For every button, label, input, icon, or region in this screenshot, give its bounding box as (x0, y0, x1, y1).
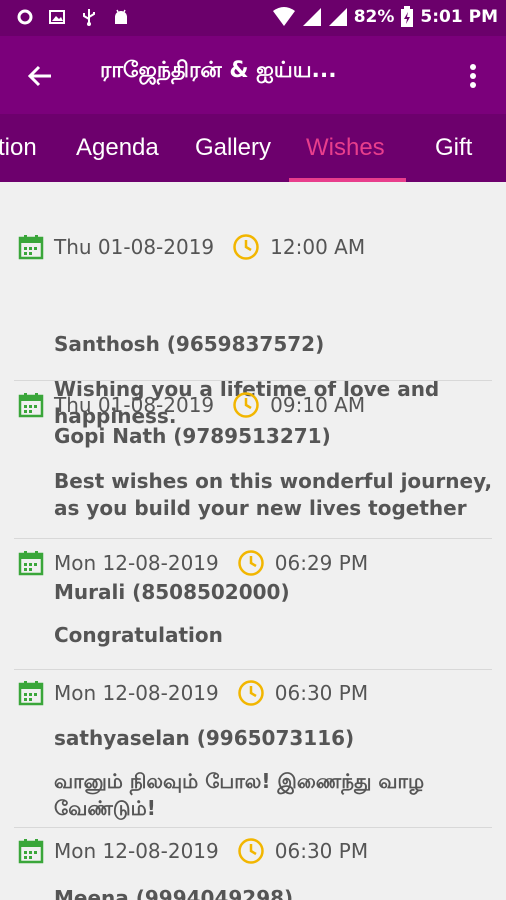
image-icon (49, 10, 65, 24)
divider (14, 538, 492, 539)
more-options-button[interactable] (458, 58, 488, 94)
wish-sender: Murali (8508502000) (54, 580, 290, 604)
clock-time: 5:01 PM (420, 7, 498, 27)
app-bar: ராஜேந்திரன் & ஐய்ய... (0, 36, 506, 114)
wifi-icon (272, 7, 295, 26)
clock-icon (238, 550, 264, 576)
wish-time: 12:00 AM (270, 235, 366, 259)
tab-agenda[interactable]: Agenda (76, 134, 159, 162)
wish-meta: Thu 01-08-2019 12:00 AM (18, 232, 365, 262)
divider (14, 380, 492, 381)
status-bar: 82% 5:01 PM (0, 0, 506, 36)
tab-gallery[interactable]: Gallery (195, 134, 271, 162)
signal-icon-2 (328, 8, 347, 26)
calendar-icon (18, 393, 44, 418)
wish-meta: Thu 01-08-2019 09:10 AM (18, 390, 365, 420)
usb-icon (83, 9, 95, 26)
wish-date: Thu 01-08-2019 (54, 235, 215, 259)
tab-invitation[interactable]: tion (0, 134, 37, 162)
wish-time: 06:30 PM (274, 681, 369, 705)
status-right: 82% 5:01 PM (272, 6, 498, 28)
wish-date: Mon 12-08-2019 (54, 681, 219, 705)
battery-charging-icon (401, 6, 414, 27)
wish-time: 06:30 PM (274, 839, 369, 863)
wish-date: Mon 12-08-2019 (54, 551, 219, 575)
calendar-icon (18, 551, 44, 576)
signal-icon (302, 8, 321, 26)
wish-message: Congratulation (54, 623, 223, 647)
circle-icon (17, 9, 33, 25)
android-icon (115, 9, 127, 24)
more-vert-icon (470, 64, 476, 88)
calendar-icon (18, 839, 44, 864)
wish-time: 09:10 AM (270, 393, 366, 417)
back-button[interactable] (20, 56, 60, 96)
page-title: ராஜேந்திரன் & ஐய்ய... (100, 58, 337, 83)
clock-icon (238, 838, 264, 864)
arrow-left-icon (27, 65, 51, 87)
wish-date: Mon 12-08-2019 (54, 839, 219, 863)
battery-percent: 82% (353, 7, 395, 27)
wish-time: 06:29 PM (274, 551, 369, 575)
wish-date: Thu 01-08-2019 (54, 393, 215, 417)
divider (14, 827, 492, 828)
divider (14, 669, 492, 670)
wishes-list[interactable]: Thu 01-08-2019 12:00 AM Santhosh (965983… (0, 182, 506, 900)
calendar-icon (18, 235, 44, 260)
wish-message: வானும் நிலவும் போல! இணைந்து வாழ வேண்டும்… (54, 769, 425, 820)
wish-sender: Meena (9994049298) (54, 886, 294, 900)
wish-message: Best wishes on this wonderful journey, a… (54, 469, 493, 520)
calendar-icon (18, 681, 44, 706)
tab-gift[interactable]: Gift (435, 134, 472, 162)
wish-meta: Mon 12-08-2019 06:30 PM (18, 678, 368, 708)
clock-icon (238, 680, 264, 706)
wish-meta: Mon 12-08-2019 06:29 PM (18, 548, 368, 578)
clock-icon (233, 234, 259, 260)
wish-sender: Gopi Nath (9789513271) (54, 424, 331, 448)
tab-wishes[interactable]: Wishes (306, 134, 385, 162)
wish-sender: sathyaselan (9965073116) (54, 726, 355, 750)
wish-meta: Mon 12-08-2019 06:30 PM (18, 836, 368, 866)
wish-sender: Santhosh (9659837572) (54, 332, 325, 356)
clock-icon (233, 392, 259, 418)
tab-bar: tion Agenda Gallery Wishes Gift (0, 114, 506, 182)
notification-icons (16, 8, 130, 26)
